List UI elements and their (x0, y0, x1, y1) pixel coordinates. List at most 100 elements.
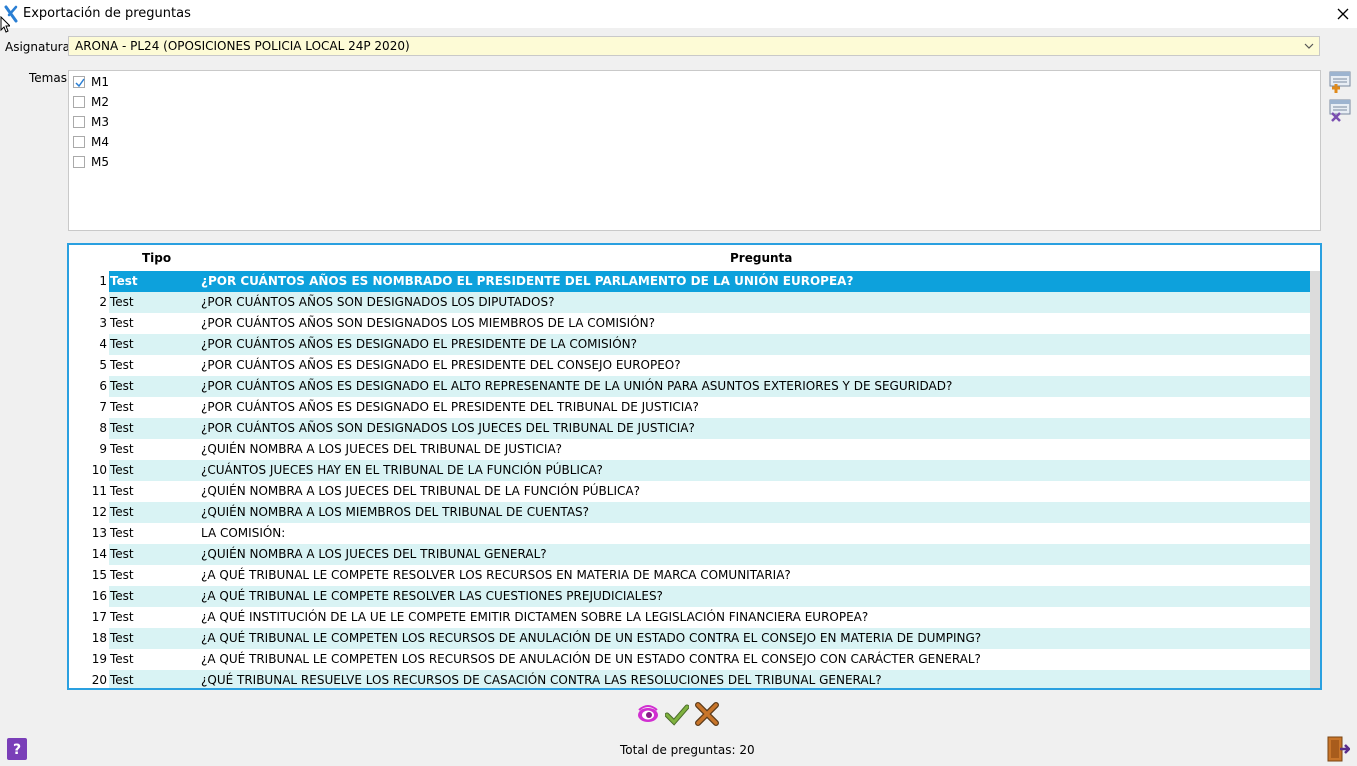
checkbox[interactable] (73, 116, 85, 128)
table-row[interactable]: 19 Test ¿A QUÉ TRIBUNAL LE COMPETEN LOS RE… (69, 649, 1320, 670)
row-number: 14 (69, 544, 107, 565)
cell-tipo: Test (110, 295, 134, 309)
tema-item[interactable]: M4 (73, 134, 109, 150)
tema-item[interactable]: M3 (73, 114, 109, 130)
table-row[interactable]: 12 Test ¿QUIÉN NOMBRA A LOS MIEMBROS DEL T… (69, 502, 1320, 523)
cell-tipo: Test (110, 421, 134, 435)
row-body[interactable]: Test ¿POR CUÁNTOS AÑOS SON DESIGNADOS LOS… (109, 313, 1310, 334)
row-body[interactable]: Test ¿POR CUÁNTOS AÑOS ES DESIGNADO EL PR… (109, 397, 1310, 418)
chevron-down-icon (1304, 43, 1314, 49)
select-all-icon[interactable] (1328, 70, 1352, 94)
table-row[interactable]: 11 Test ¿QUIÉN NOMBRA A LOS JUECES DEL TRI… (69, 481, 1320, 502)
row-body[interactable]: Test ¿POR CUÁNTOS AÑOS ES DESIGNADO EL AL… (109, 376, 1310, 397)
row-number: 1 (69, 271, 107, 292)
row-number: 20 (69, 670, 107, 688)
row-body[interactable]: Test ¿A QUÉ TRIBUNAL LE COMPETE RESOLVER … (109, 586, 1310, 607)
cell-tipo: Test (110, 463, 134, 477)
cell-pregunta: ¿QUIÉN NOMBRA A LOS JUECES DEL TRIBUNAL … (201, 442, 563, 456)
row-number: 12 (69, 502, 107, 523)
row-number: 6 (69, 376, 107, 397)
row-body[interactable]: Test ¿A QUÉ INSTITUCIÓN DE LA UE LE COMPE… (109, 607, 1310, 628)
row-body[interactable]: Test ¿POR CUÁNTOS AÑOS ES DESIGNADO EL PR… (109, 334, 1310, 355)
vertical-scrollbar[interactable] (1310, 271, 1320, 688)
row-body[interactable]: Test ¿A QUÉ TRIBUNAL LE COMPETEN LOS RECU… (109, 649, 1310, 670)
table-row[interactable]: 9 Test ¿QUIÉN NOMBRA A LOS JUECES DEL TRIB… (69, 439, 1320, 460)
column-header-tipo[interactable]: Tipo (142, 251, 171, 265)
tema-item[interactable]: M5 (73, 154, 109, 170)
cell-pregunta: ¿A QUÉ INSTITUCIÓN DE LA UE LE COMPETE E… (201, 610, 869, 624)
table-row[interactable]: 17 Test ¿A QUÉ INSTITUCIÓN DE LA UE LE COM… (69, 607, 1320, 628)
cell-tipo: Test (110, 442, 134, 456)
row-number: 11 (69, 481, 107, 502)
row-body[interactable]: Test ¿QUIÉN NOMBRA A LOS JUECES DEL TRIBU… (109, 439, 1310, 460)
table-row[interactable]: 4 Test ¿POR CUÁNTOS AÑOS ES DESIGNADO EL P… (69, 334, 1320, 355)
column-header-pregunta[interactable]: Pregunta (730, 251, 792, 265)
cell-pregunta: ¿QUIÉN NOMBRA A LOS JUECES DEL TRIBUNAL … (201, 484, 640, 498)
row-body[interactable]: Test ¿QUÉ TRIBUNAL RESUELVE LOS RECURSOS … (109, 670, 1310, 688)
cell-pregunta: ¿QUIÉN NOMBRA A LOS JUECES DEL TRIBUNAL … (201, 547, 547, 561)
tema-label: M5 (91, 155, 109, 169)
cell-tipo: Test (110, 568, 134, 582)
temas-list: M1 M2 M3 M4 M5 (68, 70, 1321, 231)
cross-icon[interactable] (695, 702, 719, 726)
row-number: 4 (69, 334, 107, 355)
row-body[interactable]: Test LA COMISIÓN: (109, 523, 1310, 544)
tema-label: M1 (91, 75, 109, 89)
exit-door-icon[interactable] (1326, 736, 1350, 762)
checkbox[interactable] (73, 96, 85, 108)
row-body[interactable]: Test ¿A QUÉ TRIBUNAL LE COMPETEN LOS RECU… (109, 628, 1310, 649)
cell-pregunta: ¿QUIÉN NOMBRA A LOS MIEMBROS DEL TRIBUNA… (201, 505, 590, 519)
row-number: 18 (69, 628, 107, 649)
row-body[interactable]: Test ¿QUIÉN NOMBRA A LOS MIEMBROS DEL TRI… (109, 502, 1310, 523)
row-body[interactable]: Test ¿POR CUÁNTOS AÑOS ES NOMBRADO EL PRE… (109, 271, 1310, 292)
table-row[interactable]: 15 Test ¿A QUÉ TRIBUNAL LE COMPETE RESOLVE… (69, 565, 1320, 586)
asignatura-select[interactable]: ARONA - PL24 (OPOSICIONES POLICIA LOCAL … (68, 36, 1320, 56)
close-icon (1337, 8, 1349, 20)
help-icon[interactable]: ? (7, 738, 27, 760)
checkbox[interactable] (73, 136, 85, 148)
row-body[interactable]: Test ¿POR CUÁNTOS AÑOS SON DESIGNADOS LOS… (109, 418, 1310, 439)
table-row[interactable]: 1 Test ¿POR CUÁNTOS AÑOS ES NOMBRADO EL PR… (69, 271, 1320, 292)
checkbox[interactable] (73, 76, 85, 88)
cell-pregunta: ¿A QUÉ TRIBUNAL LE COMPETE RESOLVER LOS … (201, 568, 791, 582)
row-number: 2 (69, 292, 107, 313)
row-body[interactable]: Test ¿QUIÉN NOMBRA A LOS JUECES DEL TRIBU… (109, 481, 1310, 502)
close-button[interactable] (1329, 0, 1357, 28)
row-body[interactable]: Test ¿QUIÉN NOMBRA A LOS JUECES DEL TRIBU… (109, 544, 1310, 565)
table-row[interactable]: 8 Test ¿POR CUÁNTOS AÑOS SON DESIGNADOS LO… (69, 418, 1320, 439)
cell-tipo: Test (110, 589, 134, 603)
table-header: Tipo Pregunta (69, 245, 1320, 271)
tema-item[interactable]: M1 (73, 74, 109, 90)
eye-icon[interactable] (636, 702, 660, 726)
table-row[interactable]: 13 Test LA COMISIÓN: (69, 523, 1320, 544)
cell-pregunta: ¿POR CUÁNTOS AÑOS SON DESIGNADOS LOS JUE… (201, 421, 695, 435)
table-row[interactable]: 16 Test ¿A QUÉ TRIBUNAL LE COMPETE RESOLVE… (69, 586, 1320, 607)
tema-label: M2 (91, 95, 109, 109)
tema-label: M4 (91, 135, 109, 149)
table-row[interactable]: 7 Test ¿POR CUÁNTOS AÑOS ES DESIGNADO EL P… (69, 397, 1320, 418)
questions-table[interactable]: Tipo Pregunta 1 Test ¿POR CUÁNTOS AÑOS ES … (67, 243, 1322, 690)
row-body[interactable]: Test ¿POR CUÁNTOS AÑOS SON DESIGNADOS LOS… (109, 292, 1310, 313)
row-body[interactable]: Test ¿A QUÉ TRIBUNAL LE COMPETE RESOLVER … (109, 565, 1310, 586)
table-row[interactable]: 10 Test ¿CUÁNTOS JUECES HAY EN EL TRIBUNAL… (69, 460, 1320, 481)
title-bar: Exportación de preguntas (0, 0, 1357, 28)
cell-pregunta: ¿CUÁNTOS JUECES HAY EN EL TRIBUNAL DE LA… (201, 463, 603, 477)
total-preguntas: Total de preguntas: 20 (620, 743, 755, 757)
row-body[interactable]: Test ¿POR CUÁNTOS AÑOS ES DESIGNADO EL PR… (109, 355, 1310, 376)
cell-pregunta: ¿POR CUÁNTOS AÑOS ES NOMBRADO EL PRESIDE… (201, 274, 854, 288)
table-row[interactable]: 14 Test ¿QUIÉN NOMBRA A LOS JUECES DEL TRI… (69, 544, 1320, 565)
table-row[interactable]: 2 Test ¿POR CUÁNTOS AÑOS SON DESIGNADOS LO… (69, 292, 1320, 313)
table-row[interactable]: 6 Test ¿POR CUÁNTOS AÑOS ES DESIGNADO EL A… (69, 376, 1320, 397)
tema-label: M3 (91, 115, 109, 129)
deselect-all-icon[interactable] (1328, 98, 1352, 122)
checkbox[interactable] (73, 156, 85, 168)
table-row[interactable]: 20 Test ¿QUÉ TRIBUNAL RESUELVE LOS RECURSO… (69, 670, 1320, 688)
cell-pregunta: ¿QUÉ TRIBUNAL RESUELVE LOS RECURSOS DE C… (201, 673, 882, 687)
table-row[interactable]: 18 Test ¿A QUÉ TRIBUNAL LE COMPETEN LOS RE… (69, 628, 1320, 649)
table-row[interactable]: 5 Test ¿POR CUÁNTOS AÑOS ES DESIGNADO EL P… (69, 355, 1320, 376)
asignatura-label: Asignatura (5, 40, 70, 54)
table-row[interactable]: 3 Test ¿POR CUÁNTOS AÑOS SON DESIGNADOS LO… (69, 313, 1320, 334)
check-icon[interactable] (665, 702, 689, 726)
row-body[interactable]: Test ¿CUÁNTOS JUECES HAY EN EL TRIBUNAL D… (109, 460, 1310, 481)
tema-item[interactable]: M2 (73, 94, 109, 110)
